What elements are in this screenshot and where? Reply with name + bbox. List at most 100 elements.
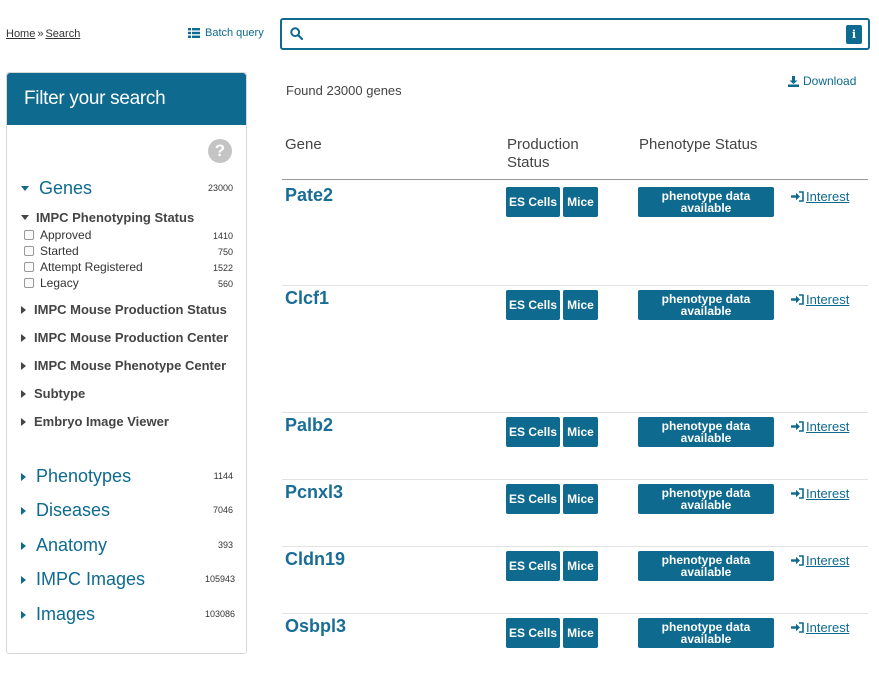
search-bar: i [280,18,870,50]
interest-link[interactable]: Interest [791,486,849,501]
checkbox-legacy[interactable]: Legacy [24,276,79,290]
filter-genes-count: 23000 [207,183,233,193]
interest-label: Interest [806,486,850,501]
checkbox-attempt-registered[interactable]: Attempt Registered [24,260,143,274]
filter-phenotype-center[interactable]: IMPC Mouse Phenotype Center [21,358,226,373]
core-label: Phenotypes [36,466,132,486]
filter-anatomy[interactable]: Anatomy [21,535,107,556]
es-cells-button[interactable]: ES Cells [506,417,560,447]
download-link[interactable]: Download [788,74,856,88]
es-cells-button[interactable]: ES Cells [506,290,560,320]
mice-button[interactable]: Mice [563,187,598,217]
filter-subtype[interactable]: Subtype [21,386,85,401]
interest-link[interactable]: Interest [791,292,849,307]
mice-button[interactable]: Mice [563,484,598,514]
checkbox-label: Approved [40,228,92,242]
phenotype-data-button[interactable]: phenotype data available [638,187,774,217]
chevron-right-icon [21,305,26,314]
gene-link[interactable]: Pcnxl3 [285,482,343,503]
download-label: Download [803,74,857,88]
breadcrumb-search-link[interactable]: Search [45,28,80,40]
subfilter-label: IMPC Mouse Production Center [34,330,229,345]
column-header-gene[interactable]: Gene [285,136,322,154]
option-count: 1410 [212,231,233,241]
search-input[interactable] [310,24,840,44]
mice-button[interactable]: Mice [563,290,598,320]
filter-panel: Filter your search ? Genes 23000 IMPC Ph… [6,72,247,654]
core-count: 7046 [212,505,233,515]
filter-diseases[interactable]: Diseases [21,500,110,521]
gene-link[interactable]: Clcf1 [285,288,329,309]
column-header-production[interactable]: Production Status [507,136,579,172]
chevron-right-icon [21,610,26,619]
mice-button[interactable]: Mice [563,417,598,447]
subfilter-label: Embryo Image Viewer [34,414,169,429]
info-button[interactable]: i [846,25,862,44]
interest-link[interactable]: Interest [791,620,849,635]
mice-button[interactable]: Mice [563,618,598,648]
checkbox-label: Legacy [40,276,79,290]
core-count: 1144 [213,471,233,481]
help-icon[interactable]: ? [208,139,232,163]
interest-label: Interest [806,620,850,635]
interest-link[interactable]: Interest [791,553,849,568]
filter-production-status[interactable]: IMPC Mouse Production Status [21,302,227,317]
interest-link[interactable]: Interest [791,419,849,434]
column-header-phenotype[interactable]: Phenotype Status [639,136,757,154]
sign-in-icon [791,555,804,566]
download-icon [788,75,799,87]
batch-query-link[interactable]: Batch query [188,27,264,39]
phenotype-data-line2: available [680,632,732,646]
breadcrumb-home-link[interactable]: Home [6,28,35,40]
gene-link[interactable]: Cldn19 [285,549,345,570]
interest-link[interactable]: Interest [791,189,849,204]
checkbox-label: Attempt Registered [40,260,143,274]
checkbox[interactable] [24,230,34,240]
interest-label: Interest [806,419,850,434]
phenotype-data-button[interactable]: phenotype data available [638,484,774,514]
mice-button[interactable]: Mice [563,551,598,581]
row-divider [282,546,868,547]
chevron-right-icon [21,361,26,370]
checkbox[interactable] [24,246,34,256]
filter-production-center[interactable]: IMPC Mouse Production Center [21,330,228,345]
phenotype-data-button[interactable]: phenotype data available [638,417,774,447]
checkbox-approved[interactable]: Approved [24,228,91,242]
es-cells-button[interactable]: ES Cells [506,551,560,581]
phenotype-data-button[interactable]: phenotype data available [638,618,774,648]
core-label: IMPC Images [36,569,146,589]
breadcrumb-separator: » [37,28,44,40]
search-icon [290,27,303,40]
es-cells-button[interactable]: ES Cells [506,187,560,217]
core-label: Diseases [36,500,111,520]
checkbox[interactable] [24,278,34,288]
phenotype-data-line2: available [680,201,732,215]
es-cells-button[interactable]: ES Cells [506,618,560,648]
phenotype-data-line2: available [680,565,732,579]
es-cells-button[interactable]: ES Cells [506,484,560,514]
phenotype-data-button[interactable]: phenotype data available [638,290,774,320]
filter-phenotyping-status[interactable]: IMPC Phenotyping Status [21,210,194,225]
phenotype-data-button[interactable]: phenotype data available [638,551,774,581]
chevron-right-icon [21,417,26,426]
filter-images[interactable]: Images [21,604,95,625]
checkbox[interactable] [24,262,34,272]
filter-genes[interactable]: Genes [21,178,92,199]
chevron-right-icon [21,575,26,584]
chevron-right-icon [21,541,26,550]
subfilter-label: IMPC Mouse Phenotype Center [34,358,227,373]
chevron-right-icon [21,472,26,481]
core-label: Anatomy [36,535,108,555]
subfilter-label: IMPC Mouse Production Status [34,302,227,317]
filter-phenotypes[interactable]: Phenotypes [21,466,131,487]
core-count: 105943 [205,574,236,584]
gene-link[interactable]: Palb2 [285,415,333,436]
gene-link[interactable]: Osbpl3 [285,616,346,637]
filter-genes-label: Genes [39,178,93,198]
checkbox-label: Started [40,244,79,258]
chevron-right-icon [21,333,26,342]
filter-embryo-image-viewer[interactable]: Embryo Image Viewer [21,414,169,429]
checkbox-started[interactable]: Started [24,244,79,258]
filter-impc-images[interactable]: IMPC Images [21,569,145,590]
gene-link[interactable]: Pate2 [285,185,333,206]
